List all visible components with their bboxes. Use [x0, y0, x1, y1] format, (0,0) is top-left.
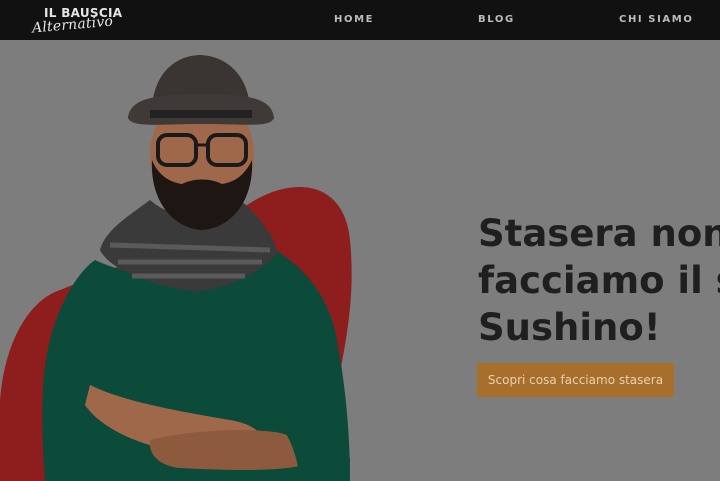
hat-brim	[128, 94, 274, 125]
site-logo[interactable]: IL BAUSCIA Alternativo	[30, 4, 130, 37]
hero-headline: Stasera non facciamo il s Sushino!	[478, 210, 720, 351]
headline-line-2: facciamo il s	[478, 259, 720, 302]
top-navigation-bar: IL BAUSCIA Alternativo HOME BLOG CHI SIA…	[0, 0, 720, 40]
hat-band	[150, 110, 252, 118]
cta-button[interactable]: Scopri cosa facciamo stasera	[477, 363, 674, 397]
nav-link-chi-siamo[interactable]: CHI SIAMO	[619, 0, 693, 40]
nav-link-home[interactable]: HOME	[334, 0, 374, 40]
headline-line-1: Stasera non	[478, 212, 720, 255]
right-forearm	[149, 430, 304, 470]
nav-link-blog[interactable]: BLOG	[478, 0, 515, 40]
headline-line-3: Sushino!	[478, 306, 661, 349]
